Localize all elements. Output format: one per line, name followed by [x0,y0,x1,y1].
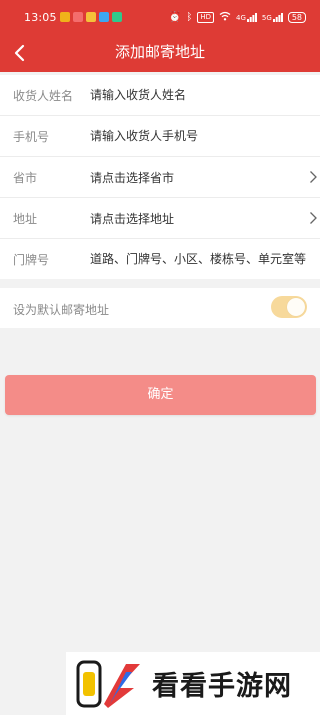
door-row: 门牌号 [0,239,320,279]
watermark-logo [76,660,140,708]
chevron-right-icon [310,212,317,224]
default-address-label: 设为默认邮寄地址 [13,303,110,317]
alarm-icon: ⏰ [168,11,182,23]
door-number-input[interactable] [86,246,318,272]
app-icon [73,12,83,22]
address-label: 地址 [13,212,38,226]
phone-label: 手机号 [13,130,50,144]
navigation-bar: 添加邮寄地址 [0,34,320,72]
app-icon [99,12,109,22]
chevron-right-icon [310,171,317,183]
watermark-text: 看看手游网 [152,671,292,702]
status-indicators: ⏰ ᛒ HD 4G 5G 58 [169,11,306,24]
status-app-icons [60,12,122,22]
hd-badge: HD [197,12,215,23]
watermark: 看看手游网 [66,652,320,715]
signal-icon: 4G [236,13,257,22]
app-icon [86,12,96,22]
signal-label: 4G [236,14,246,22]
status-bar: 13:05 ⏰ ᛒ HD 4G 5G 58 [0,0,320,34]
address-value: 请点击选择地址 [90,212,175,226]
status-time: 13:05 [24,11,57,24]
province-label: 省市 [13,171,38,185]
wifi-icon [219,11,231,24]
confirm-button[interactable]: 确定 [5,375,316,415]
battery-icon: 58 [287,12,306,23]
default-address-toggle[interactable] [271,296,307,318]
bluetooth-icon: ᛒ [186,11,193,23]
signal-icon: 5G [262,13,283,22]
app-icon [60,12,70,22]
province-selector[interactable]: 省市 请点击选择省市 [0,157,320,198]
default-address-row: 设为默认邮寄地址 [0,288,320,328]
province-value: 请点击选择省市 [90,171,175,185]
name-input[interactable] [86,82,318,108]
address-form: 收货人姓名 手机号 省市 请点击选择省市 地址 请点击选择地址 门牌号 [0,75,320,279]
door-label: 门牌号 [13,253,50,267]
name-label: 收货人姓名 [13,89,74,103]
page-title: 添加邮寄地址 [114,43,205,61]
signal-label: 5G [261,14,272,22]
toggle-knob [287,298,305,316]
phone-input[interactable] [86,123,318,149]
address-selector[interactable]: 地址 请点击选择地址 [0,198,320,239]
name-row: 收货人姓名 [0,75,320,116]
app-icon [112,12,122,22]
phone-row: 手机号 [0,116,320,157]
